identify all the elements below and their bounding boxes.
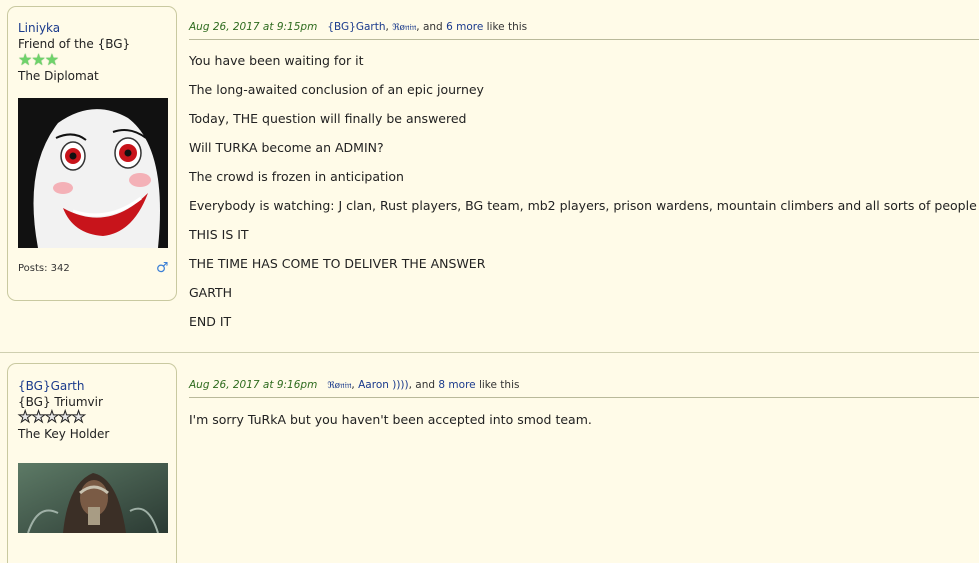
author-name-link[interactable]: Liniyka	[18, 21, 60, 35]
post-body: You have been waiting for it The long-aw…	[189, 52, 977, 342]
author-custom-title: The Key Holder	[18, 427, 110, 441]
author-profile-box: {BG}Garth {BG} Triumvir ★★★★★ The Key Ho…	[7, 363, 177, 563]
post-date[interactable]: Aug 26, 2017 at 9:16pm	[189, 379, 317, 391]
more-likers-link[interactable]: 8 more	[438, 379, 475, 391]
post-line: The long-awaited conclusion of an epic j…	[189, 82, 484, 97]
post: Liniyka Friend of the {BG} ★★★ The Diplo…	[0, 0, 979, 352]
post-line: Will TURKA become an ADMIN?	[189, 140, 384, 155]
liker-link[interactable]: ℜø𝔫𝔦𝔫	[392, 23, 416, 33]
liker-link[interactable]: ℜø𝔫𝔦𝔫	[327, 381, 351, 391]
liker-link[interactable]: {BG}Garth	[327, 21, 385, 33]
post-line: The crowd is frozen in anticipation	[189, 169, 404, 184]
post-line: Everybody is watching: J clan, Rust play…	[189, 198, 977, 213]
like-suffix: like this	[483, 21, 528, 33]
post-date[interactable]: Aug 26, 2017 at 9:15pm	[189, 21, 317, 33]
liker-link[interactable]: Aaron ))))	[358, 379, 409, 391]
rank-stars-icon: ★★★	[18, 50, 59, 69]
post-meta-bar: Aug 26, 2017 at 9:15pm {BG}Garth, ℜø𝔫𝔦𝔫,…	[189, 21, 979, 40]
author-custom-title: The Diplomat	[18, 69, 99, 83]
post-count: Posts: 342	[18, 263, 70, 274]
post-body: I'm sorry TuRkA but you haven't been acc…	[189, 411, 592, 440]
author-rank-title: Friend of the {BG}	[18, 37, 131, 51]
post-line: I'm sorry TuRkA but you haven't been acc…	[189, 412, 592, 427]
post: {BG}Garth {BG} Triumvir ★★★★★ The Key Ho…	[0, 352, 979, 563]
male-gender-icon: ♂	[156, 260, 169, 276]
author-profile-box: Liniyka Friend of the {BG} ★★★ The Diplo…	[7, 6, 177, 301]
separator: , and	[408, 379, 439, 391]
avatar[interactable]	[18, 98, 168, 248]
more-likers-link[interactable]: 6 more	[446, 21, 483, 33]
post-line: You have been waiting for it	[189, 53, 364, 68]
separator: , and	[416, 21, 447, 33]
avatar[interactable]	[18, 463, 168, 533]
author-name-link[interactable]: {BG}Garth	[18, 379, 85, 393]
like-suffix: like this	[475, 379, 520, 391]
post-line: THIS IS IT	[189, 227, 249, 242]
post-line: GARTH	[189, 285, 233, 300]
post-line: END IT	[189, 314, 232, 329]
post-meta-bar: Aug 26, 2017 at 9:16pm ℜø𝔫𝔦𝔫, Aaron ))))…	[189, 379, 979, 398]
post-line: THE TIME HAS COME TO DELIVER THE ANSWER	[189, 256, 486, 271]
post-line: Today, THE question will finally be answ…	[189, 111, 467, 126]
rank-stars-icon: ★★★★★	[18, 407, 87, 426]
